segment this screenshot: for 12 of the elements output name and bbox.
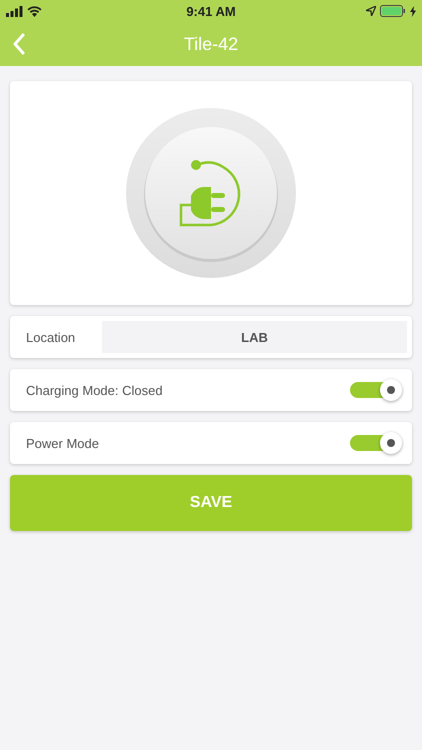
status-time: 9:41 AM bbox=[186, 4, 236, 18]
toggle-switch[interactable] bbox=[350, 379, 402, 401]
location-arrow-icon bbox=[366, 6, 376, 16]
setting-label: Charging Mode: Closed bbox=[26, 382, 164, 398]
nav-title: Tile-42 bbox=[184, 34, 238, 54]
location-field[interactable]: LAB bbox=[102, 321, 407, 353]
battery-icon bbox=[380, 5, 406, 17]
setting-label: Power Mode bbox=[26, 436, 100, 450]
toggle-switch[interactable] bbox=[350, 432, 402, 454]
signal-icon bbox=[6, 6, 23, 16]
wifi-icon bbox=[27, 6, 42, 16]
location-label: Location bbox=[26, 330, 76, 344]
